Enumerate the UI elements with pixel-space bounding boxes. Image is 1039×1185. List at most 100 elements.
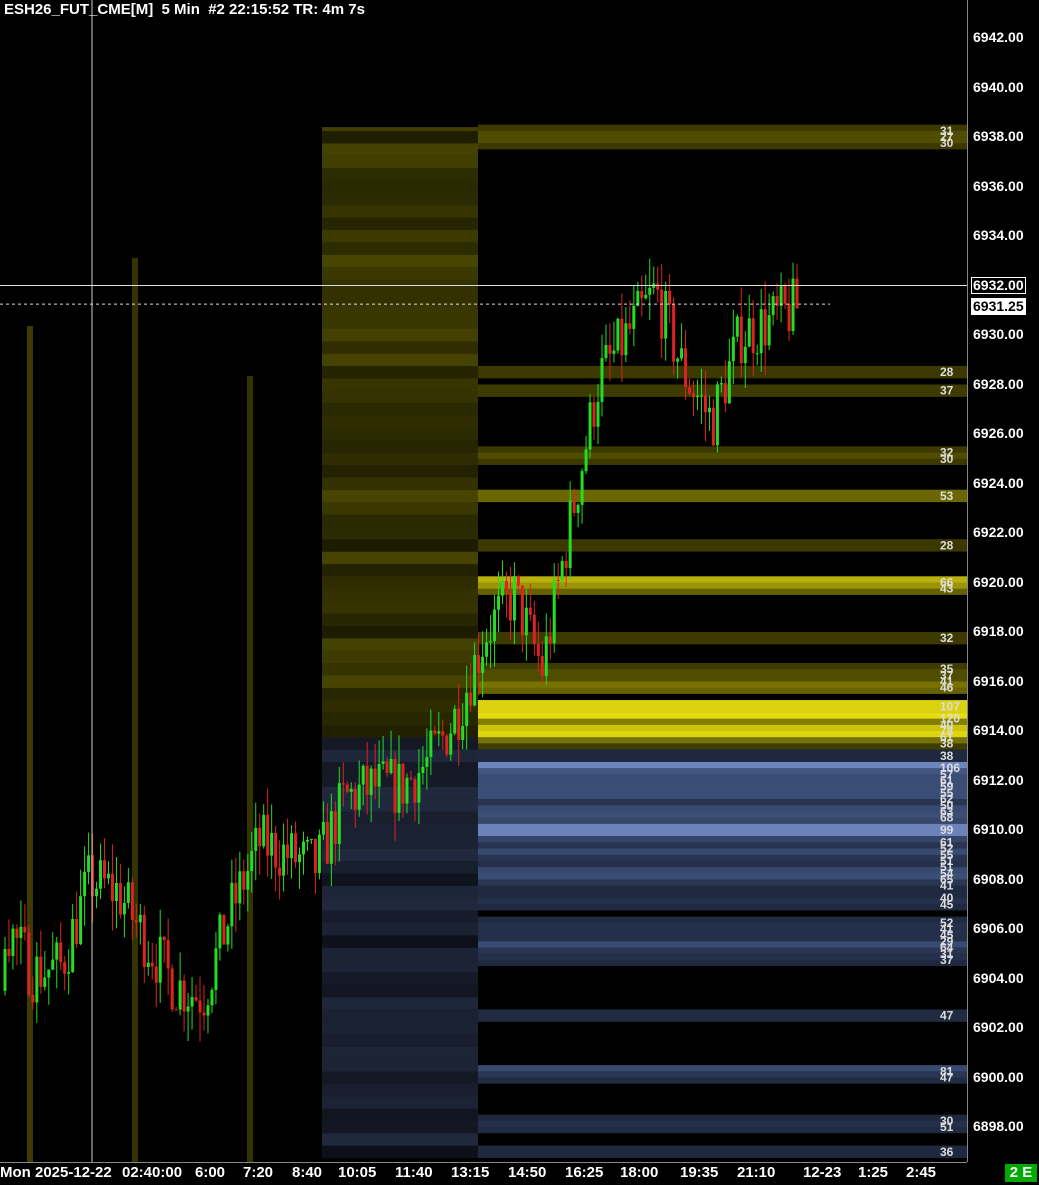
- candle-body: [27, 932, 31, 995]
- historical-depth-cell: [322, 489, 478, 503]
- candle-body: [592, 402, 596, 427]
- time-axis[interactable]: Mon 2025-12-22 02:40:00 6:00 7:20 8:40 10:05 1…: [0, 1162, 967, 1185]
- candle-body: [719, 383, 723, 385]
- price-axis[interactable]: 6942.00 6940.00 6938.00 6936.00 6934.00 6932.…: [967, 0, 1039, 1162]
- historical-depth-cell: [322, 960, 478, 973]
- time-tick-label: 13:15: [451, 1164, 490, 1181]
- candle-body: [560, 561, 564, 581]
- candle-body: [262, 814, 266, 847]
- candle-body: [568, 500, 572, 569]
- historical-depth-cell: [322, 1071, 478, 1084]
- price-tick-label: 6936.00: [973, 177, 1024, 194]
- historical-depth-cell: [322, 848, 478, 862]
- candle-body: [680, 348, 684, 359]
- ask-depth-bar: [478, 737, 967, 750]
- historical-depth-cell: [322, 737, 478, 750]
- candle-body: [596, 401, 600, 427]
- historical-depth-cell: [322, 923, 478, 936]
- time-tick-label: 8:40: [292, 1164, 323, 1181]
- historical-depth-cell: [322, 230, 478, 243]
- historical-depth-cell: [322, 452, 478, 466]
- candle-body: [600, 358, 604, 402]
- historical-depth-cell: [322, 1059, 478, 1072]
- candle-body: [337, 783, 341, 844]
- time-tick-label: Mon 2025-12-22: [0, 1164, 112, 1181]
- candle-body: [254, 827, 258, 851]
- candle-body: [134, 920, 138, 923]
- historical-depth-cell: [322, 168, 478, 181]
- historical-depth-cell: [322, 428, 478, 441]
- candle-body: [707, 407, 711, 413]
- candle-body: [298, 854, 302, 863]
- candle-body: [401, 763, 405, 804]
- price-tick-label: 6938.00: [973, 128, 1024, 144]
- candle-body: [453, 708, 457, 734]
- candle-body: [759, 309, 763, 354]
- candle-body: [656, 283, 660, 290]
- historical-depth-cell: [322, 861, 478, 874]
- bid-depth-bar: [478, 823, 967, 837]
- candle-body: [178, 980, 182, 1010]
- candle-body: [369, 768, 373, 795]
- candle-body: [520, 585, 524, 636]
- candle-body: [696, 395, 700, 398]
- candle-body: [11, 928, 15, 956]
- candle-body: [576, 504, 580, 513]
- candle-body: [445, 735, 449, 755]
- candle-body: [345, 784, 349, 792]
- historical-depth-cell: [322, 935, 478, 948]
- time-tick-label: 1:25: [858, 1164, 889, 1181]
- depth-size-label: 32: [940, 631, 954, 645]
- candle-body: [381, 761, 385, 765]
- depth-size-label: 37: [940, 384, 954, 398]
- candle-body: [377, 764, 381, 787]
- price-tick-label: 6906.00: [973, 920, 1024, 936]
- historical-depth-cell: [322, 1083, 478, 1097]
- depth-size-label: 36: [940, 1145, 954, 1159]
- ask-depth-bar: [478, 384, 967, 397]
- candle-body: [504, 581, 508, 592]
- candle-body: [294, 833, 298, 863]
- candle-body: [317, 834, 321, 874]
- candle-body: [409, 777, 413, 780]
- historical-depth-cell: [322, 291, 478, 305]
- candle-body: [226, 926, 230, 945]
- time-tick-label: 12-23: [803, 1164, 842, 1181]
- candle-body: [632, 305, 636, 329]
- status-badge[interactable]: 2 E: [1005, 1164, 1037, 1182]
- historical-depth-cell: [322, 873, 478, 886]
- historical-depth-cell: [322, 564, 478, 577]
- historical-depth-cell: [322, 1121, 478, 1134]
- bid-depth-bar: [478, 1145, 967, 1158]
- ask-depth-bar: [478, 365, 967, 379]
- historical-depth-cell: [322, 1022, 478, 1035]
- candle-body: [497, 595, 501, 610]
- price-tick-label: 6934.00: [973, 227, 1024, 243]
- crosshair-price-label: 6932.00: [971, 276, 1026, 294]
- candle-body: [771, 296, 775, 316]
- candle-body: [51, 959, 55, 970]
- candle-body: [636, 290, 640, 306]
- candle-body: [218, 914, 222, 949]
- price-tick-label: 6940.00: [973, 78, 1024, 95]
- historical-depth-cell: [322, 329, 478, 342]
- candle-body: [684, 348, 688, 388]
- historical-depth-cell: [322, 811, 478, 825]
- historical-depth-cell: [322, 155, 478, 169]
- candle-body: [282, 844, 286, 876]
- candle-body: [676, 358, 680, 362]
- bid-depth-bar: [478, 811, 967, 824]
- candle-body: [186, 1006, 190, 1012]
- candle-body: [477, 655, 481, 673]
- candle-body: [234, 882, 238, 904]
- price-chart[interactable]: 3127302837323053286643323537414610712040…: [0, 0, 967, 1162]
- price-tick-label: 6942.00: [973, 29, 1024, 45]
- ask-depth-bar: [478, 681, 967, 694]
- historical-depth-cell: [322, 415, 478, 429]
- candle-body: [210, 990, 214, 1006]
- candle-body: [552, 580, 556, 644]
- candle-body: [508, 591, 512, 621]
- historical-depth-cell: [322, 997, 478, 1010]
- candle-body: [79, 896, 83, 945]
- bid-depth-bar: [478, 879, 967, 892]
